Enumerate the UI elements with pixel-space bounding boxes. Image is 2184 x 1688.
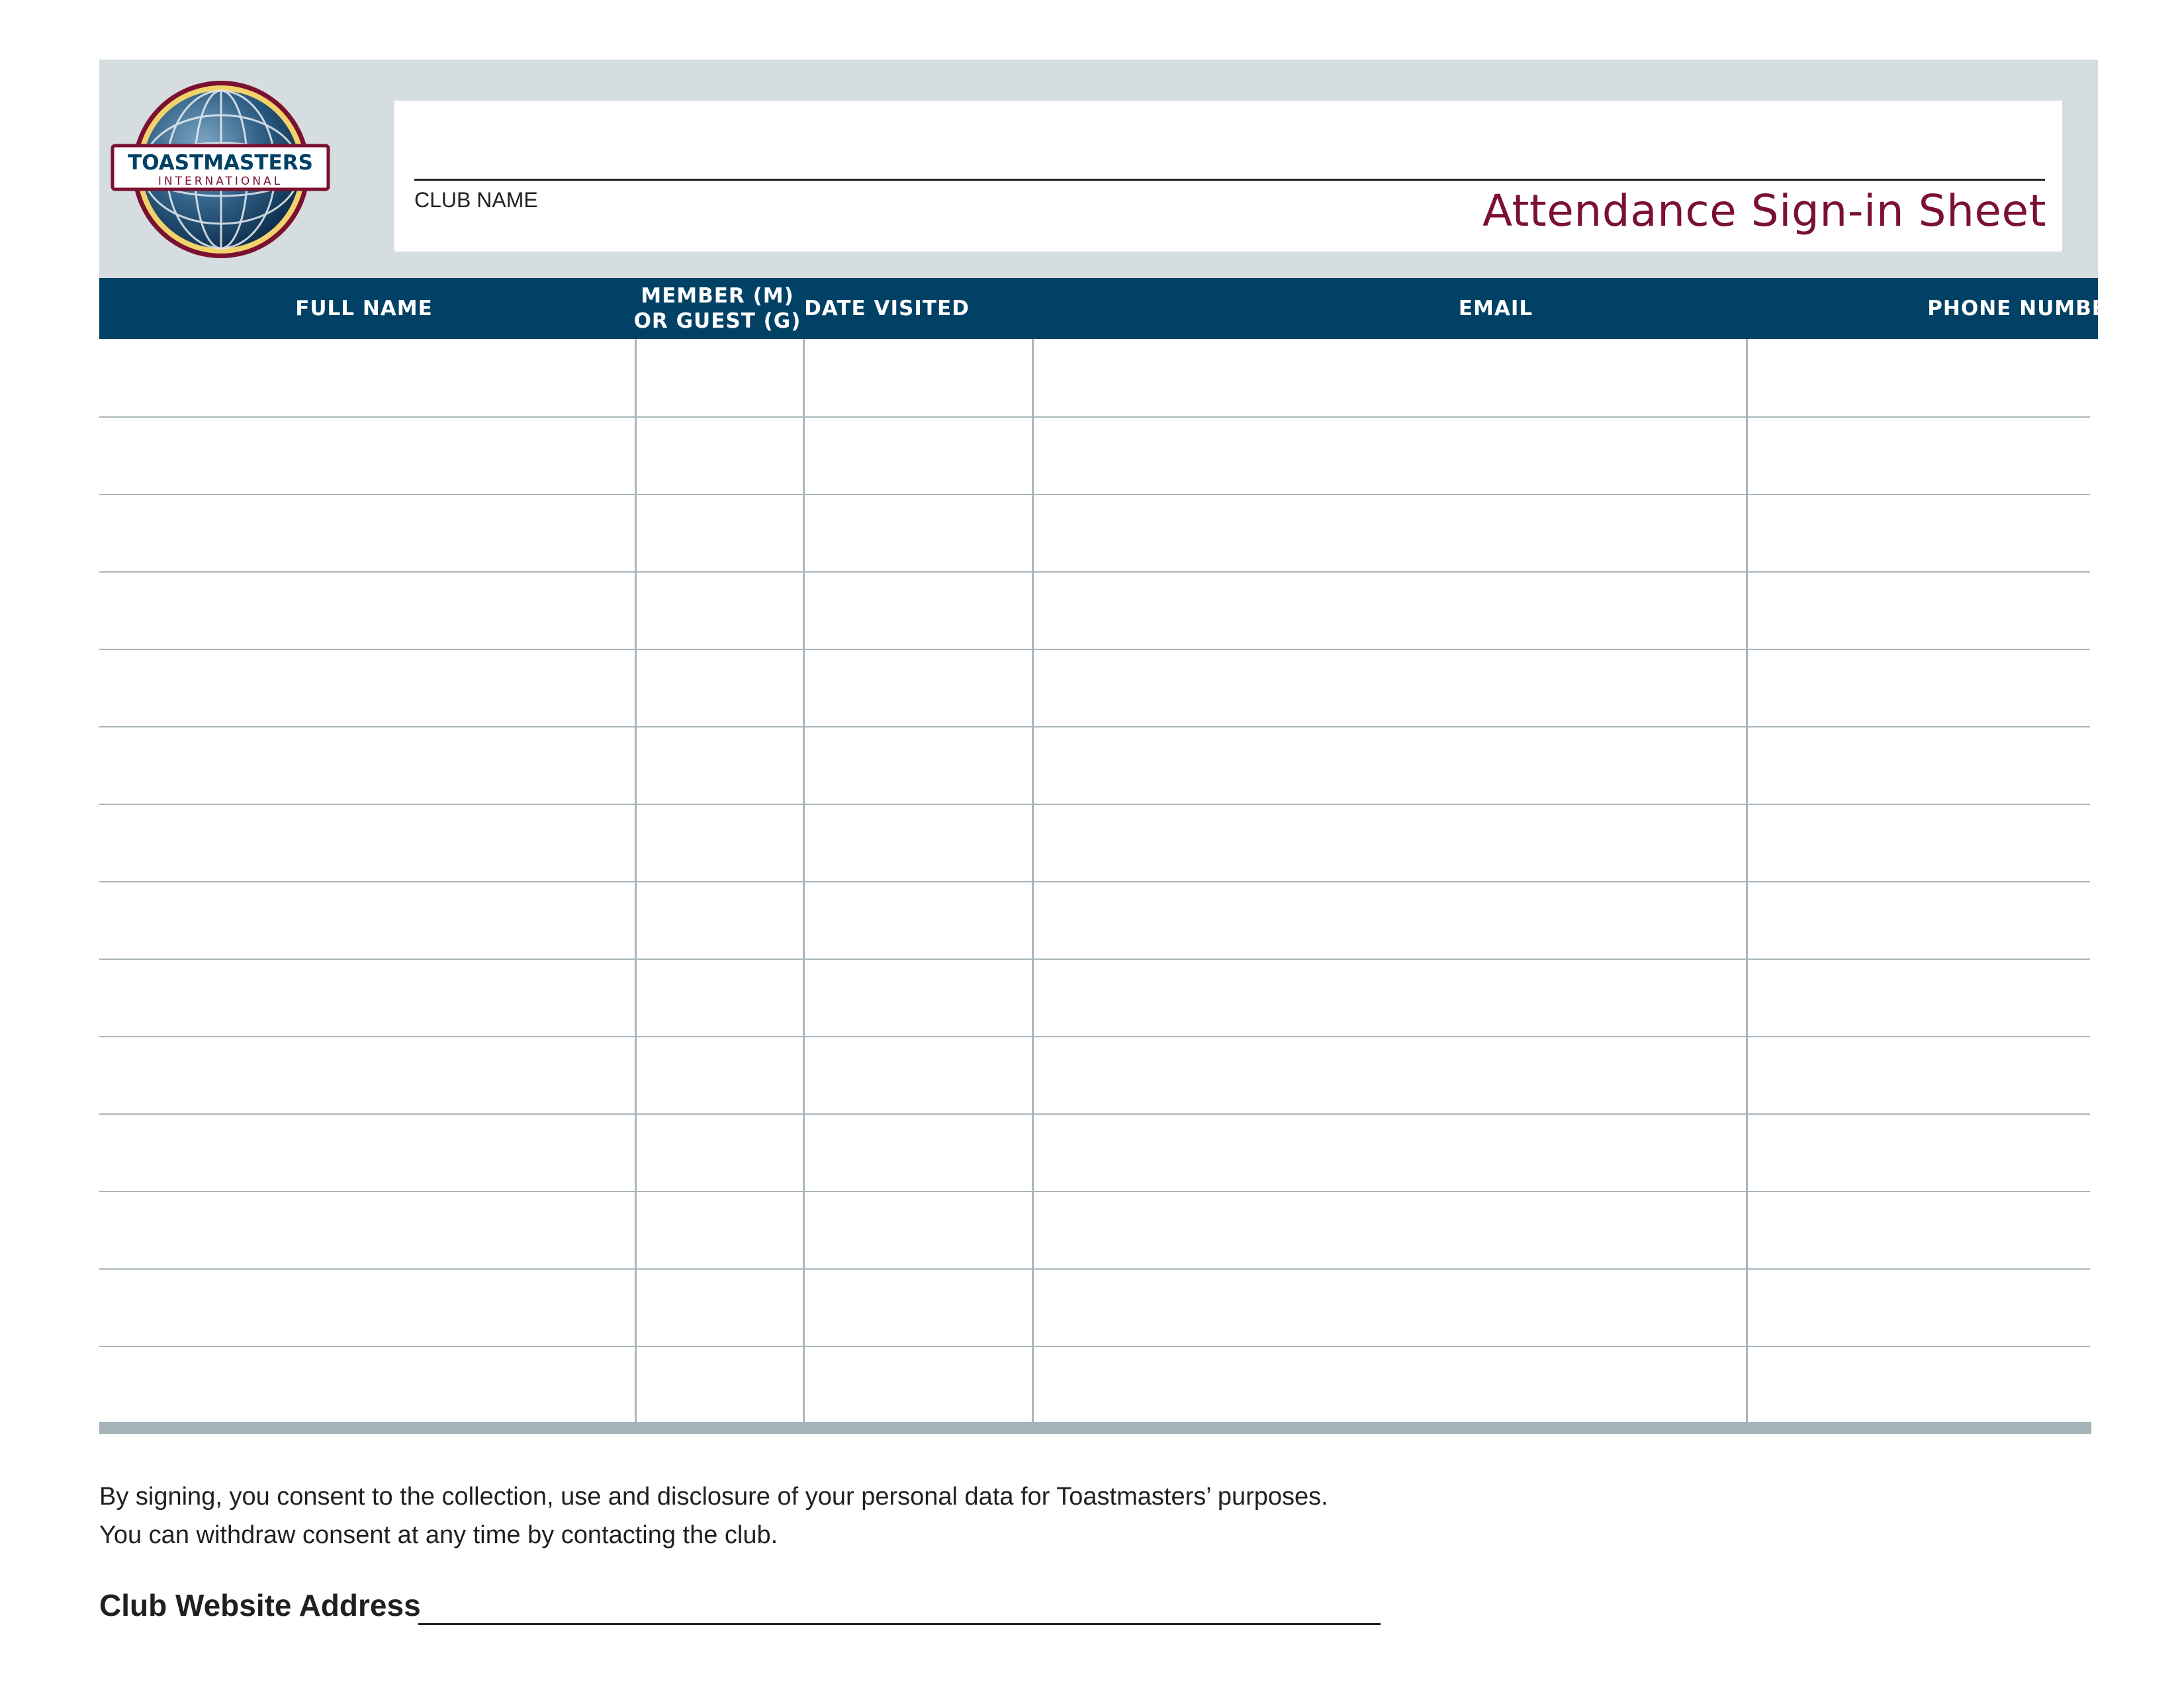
table-row-line — [99, 1113, 2090, 1115]
table-row-line — [99, 804, 2090, 805]
table-row-line — [99, 726, 2090, 727]
column-header-email: EMAIL — [1458, 297, 1533, 320]
consent-notice: By signing, you consent to the collectio… — [99, 1477, 1328, 1554]
column-divider — [1746, 339, 1748, 1422]
table-row-line — [99, 649, 2090, 650]
toastmasters-logo: TOASTMASTERS INTERNATIONAL — [111, 81, 330, 258]
logo-wordmark: TOASTMASTERS — [128, 151, 313, 175]
table-footer-bar — [99, 1422, 2091, 1434]
header-band: TOASTMASTERS INTERNATIONAL CLUB NAME Att… — [99, 60, 2098, 278]
table-row-line — [99, 416, 2090, 418]
club-website-label: Club Website Address — [99, 1588, 421, 1622]
sign-in-table — [99, 339, 2091, 1429]
page-title: Attendance Sign-in Sheet — [1482, 185, 2046, 236]
column-header-member-line2: OR GUEST (G) — [633, 309, 801, 333]
consent-line-1: By signing, you consent to the collectio… — [99, 1483, 1328, 1511]
column-divider — [1032, 339, 1034, 1422]
logo-subtitle: INTERNATIONAL — [158, 175, 283, 188]
club-name-label: CLUB NAME — [414, 188, 538, 212]
column-header-full-name: FULL NAME — [295, 297, 433, 320]
title-box: CLUB NAME Attendance Sign-in Sheet — [394, 101, 2062, 252]
table-row-line — [99, 1036, 2090, 1037]
table-row-line — [99, 959, 2090, 960]
table-header: FULL NAME MEMBER (M) OR GUEST (G) DATE V… — [99, 278, 2122, 339]
table-row-line — [99, 571, 2090, 573]
table-row-line — [99, 1346, 2090, 1347]
club-website-line[interactable] — [418, 1623, 1381, 1625]
table-row-line — [99, 1268, 2090, 1270]
consent-line-2: You can withdraw consent at any time by … — [99, 1521, 778, 1549]
column-header-member-or-guest: MEMBER (M) OR GUEST (G) — [633, 278, 802, 339]
column-divider — [635, 339, 637, 1422]
table-row-line — [99, 881, 2090, 882]
table-row-line — [99, 494, 2090, 495]
column-header-date-visited: DATE VISITED — [804, 297, 970, 320]
column-header-phone-number: PHONE NUMBER — [1927, 297, 2123, 320]
table-row-line — [99, 1191, 2090, 1192]
column-divider — [803, 339, 805, 1422]
club-name-line[interactable] — [414, 179, 2045, 181]
column-header-member-line1: MEMBER (M) — [641, 284, 794, 308]
